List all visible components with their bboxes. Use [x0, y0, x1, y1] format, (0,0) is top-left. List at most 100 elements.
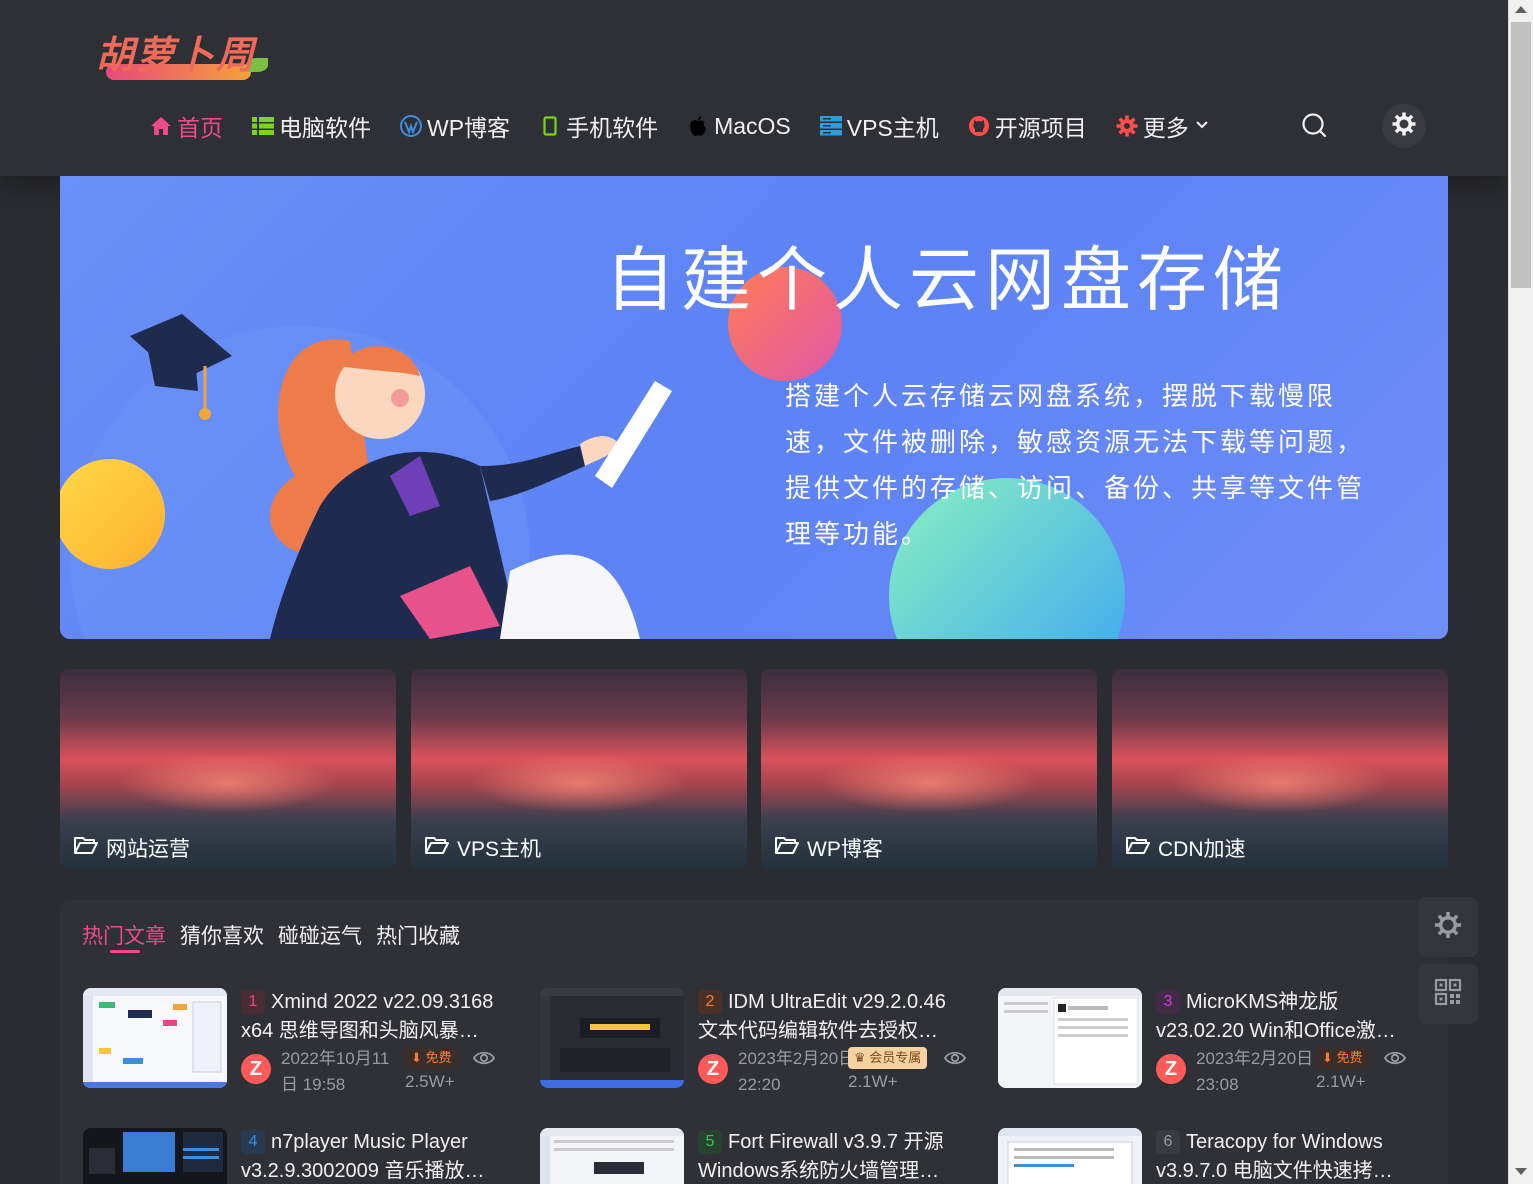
- download-icon: ⬇: [1322, 1050, 1333, 1065]
- rank-badge: 5: [698, 1130, 722, 1154]
- free-badge: ⬇ 免费: [1316, 1047, 1369, 1069]
- nav-item-macos[interactable]: MacOS: [687, 108, 791, 144]
- rank-badge: 3: [1156, 990, 1180, 1014]
- scrollbar-thumb[interactable]: [1511, 22, 1531, 288]
- post-item[interactable]: 1 Xmind 2022 v22.09.3168 x64 思维导图和头脑风暴… Z…: [83, 988, 513, 1098]
- category-card-website-ops[interactable]: 网站运营: [60, 669, 396, 869]
- tab-random[interactable]: 碰碰运气: [278, 920, 362, 950]
- nav-label: 手机软件: [566, 115, 659, 141]
- post-item[interactable]: 2 IDM UltraEdit v29.2.0.46 文本代码编辑软件去授权… Z…: [540, 988, 970, 1098]
- author-avatar[interactable]: Z: [698, 1054, 728, 1084]
- post-title[interactable]: 6 Teracopy for Windows v3.9.7.0 电脑文件快速拷…: [1156, 1128, 1426, 1184]
- scroll-up-arrow-icon[interactable]: [1515, 6, 1527, 13]
- nav-item-mobile-software[interactable]: 手机软件: [539, 108, 658, 144]
- nav-item-home[interactable]: 首页: [150, 108, 223, 144]
- nav-label: WP博客: [427, 115, 511, 141]
- server-icon: [819, 115, 842, 137]
- post-title[interactable]: 5 Fort Firewall v3.9.7 开源 Windows系统防火墙管理…: [698, 1128, 968, 1184]
- settings-icon: [1433, 910, 1463, 945]
- post-thumbnail[interactable]: [83, 988, 227, 1088]
- post-title[interactable]: 1 Xmind 2022 v22.09.3168 x64 思维导图和头脑风暴…: [241, 988, 511, 1046]
- nav-item-pc-software[interactable]: 电脑软件: [252, 108, 371, 144]
- posts-tabs: 热门文章 猜你喜欢 碰碰运气 热门收藏: [82, 920, 460, 950]
- free-badge: ⬇ 免费: [405, 1047, 458, 1069]
- folder-open-icon: [74, 835, 98, 861]
- tab-guess-you-like[interactable]: 猜你喜欢: [180, 920, 264, 950]
- nav-item-more[interactable]: 更多: [1116, 108, 1209, 144]
- post-date: 2022年10月11日 19:58: [281, 1049, 390, 1094]
- search-button[interactable]: [1298, 109, 1332, 143]
- eye-icon: [1383, 1047, 1407, 1069]
- nav-item-vps[interactable]: VPS主机: [819, 108, 939, 144]
- nav-label: VPS主机: [846, 115, 939, 141]
- floating-theme-button[interactable]: [1418, 897, 1478, 957]
- category-label: VPS主机: [425, 833, 541, 863]
- main-nav: 首页 电脑软件 WP博客 手机软件 MacOS VPS主机 开源项目 更多: [150, 108, 1238, 144]
- hero-banner[interactable]: 自建个人云网盘存储 搭建个人云存储云网盘系统，摆脱下载慢限速，文件被删除，敏感资…: [60, 176, 1448, 639]
- nav-label: 首页: [177, 115, 223, 141]
- nav-item-open-source[interactable]: 开源项目: [968, 108, 1087, 144]
- category-card-vps[interactable]: VPS主机: [411, 669, 747, 869]
- settings-icon: [1391, 111, 1417, 142]
- rank-badge: 1: [241, 990, 265, 1014]
- post-title-text: Xmind 2022 v22.09.3168 x64 思维导图和头脑风暴…: [241, 991, 494, 1042]
- site-logo[interactable]: 胡萝卜周: [96, 24, 271, 84]
- home-icon: [150, 115, 172, 137]
- badge-label: 免费: [1336, 1050, 1363, 1065]
- category-label: WP博客: [775, 833, 883, 863]
- post-item[interactable]: 3 MicroKMS神龙版 v23.02.20 Win和Office激… Z 20…: [998, 988, 1428, 1098]
- post-title-text: Teracopy for Windows v3.9.7.0 电脑文件快速拷…: [1156, 1131, 1393, 1182]
- gear-icon: [1116, 115, 1138, 137]
- thumbnail-image: [540, 988, 684, 1088]
- category-label: CDN加速: [1126, 833, 1246, 863]
- vip-badge: ♛ 会员专属: [848, 1047, 928, 1069]
- page-scrollbar[interactable]: [1508, 0, 1533, 1184]
- chevron-down-icon: [1195, 117, 1209, 135]
- thumbnail-image: [83, 988, 227, 1088]
- post-title-text: Fort Firewall v3.9.7 开源 Windows系统防火墙管理…: [698, 1131, 944, 1182]
- post-thumbnail[interactable]: [83, 1128, 227, 1184]
- floating-qrcode-button[interactable]: [1418, 964, 1478, 1024]
- category-card-wp-blog[interactable]: WP博客: [761, 669, 1097, 869]
- site-header: 胡萝卜周 首页 电脑软件 WP博客 手机软件 MacOS VPS主机 开源项目 …: [0, 0, 1508, 176]
- tab-hot-favorites[interactable]: 热门收藏: [376, 920, 460, 950]
- post-thumbnail[interactable]: [998, 1128, 1142, 1184]
- post-title[interactable]: 3 MicroKMS神龙版 v23.02.20 Win和Office激…: [1156, 988, 1426, 1046]
- vip-icon: ♛: [854, 1050, 866, 1065]
- rank-badge: 4: [241, 1130, 265, 1154]
- post-thumbnail[interactable]: [540, 988, 684, 1088]
- theme-toggle-button[interactable]: [1382, 104, 1426, 148]
- post-date: 2023年2月20日 23:08: [1196, 1049, 1314, 1094]
- author-avatar[interactable]: Z: [241, 1054, 271, 1084]
- post-item[interactable]: 5 Fort Firewall v3.9.7 开源 Windows系统防火墙管理…: [540, 1128, 970, 1184]
- nav-label: MacOS: [714, 112, 791, 139]
- author-avatar[interactable]: Z: [1156, 1054, 1186, 1084]
- card-background-glow: [819, 753, 1039, 813]
- list-icon: [252, 115, 274, 137]
- tab-hot-posts[interactable]: 热门文章: [82, 920, 166, 950]
- nav-label: 更多: [1142, 115, 1189, 141]
- category-card-cdn[interactable]: CDN加速: [1112, 669, 1448, 869]
- post-item[interactable]: 4 n7player Music Player v3.2.9.3002009 音乐…: [83, 1128, 513, 1184]
- qrcode-icon: [1434, 978, 1462, 1011]
- folder-open-icon: [1126, 835, 1150, 861]
- view-count: 2.1W+: [1316, 1072, 1366, 1091]
- banner-description: 搭建个人云存储云网盘系统，摆脱下载慢限速，文件被删除，敏感资源无法下载等问题，提…: [785, 382, 1366, 550]
- wordpress-icon: [400, 115, 422, 137]
- logo-text: 胡萝卜周: [96, 32, 257, 77]
- scroll-down-arrow-icon[interactable]: [1515, 1168, 1527, 1175]
- post-title[interactable]: 4 n7player Music Player v3.2.9.3002009 音乐…: [241, 1128, 511, 1184]
- category-name: CDN加速: [1158, 838, 1246, 861]
- post-title[interactable]: 2 IDM UltraEdit v29.2.0.46 文本代码编辑软件去授权…: [698, 988, 968, 1046]
- apple-icon: [687, 115, 709, 137]
- post-thumbnail[interactable]: [540, 1128, 684, 1184]
- post-date: 2023年2月20日 22:20: [738, 1049, 856, 1094]
- post-title-text: IDM UltraEdit v29.2.0.46 文本代码编辑软件去授权…: [698, 991, 946, 1042]
- category-label: 网站运营: [74, 833, 190, 863]
- nav-item-wp-blog[interactable]: WP博客: [400, 108, 510, 144]
- post-thumbnail[interactable]: [998, 988, 1142, 1088]
- eye-icon: [472, 1047, 496, 1069]
- post-title-text: MicroKMS神龙版 v23.02.20 Win和Office激…: [1156, 991, 1396, 1042]
- active-tab-indicator: [110, 950, 140, 953]
- post-item[interactable]: 6 Teracopy for Windows v3.9.7.0 电脑文件快速拷…: [998, 1128, 1428, 1184]
